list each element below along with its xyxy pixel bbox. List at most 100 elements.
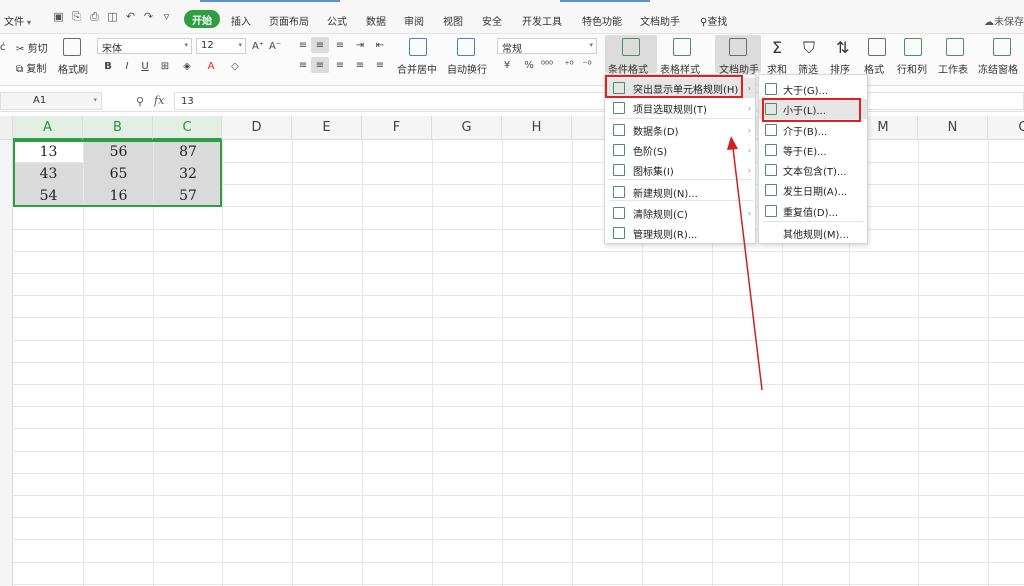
column-header[interactable]: C bbox=[153, 116, 222, 140]
tab-formulas[interactable]: 公式 bbox=[327, 13, 347, 28]
undo-icon[interactable]: ↶ bbox=[124, 10, 137, 23]
fx-icon[interactable]: fx bbox=[154, 94, 164, 107]
menu-item[interactable]: 图标集(I) › bbox=[605, 160, 755, 180]
save-icon[interactable]: ▣ bbox=[52, 10, 65, 23]
menu-item[interactable]: 数据条(D) › bbox=[605, 120, 755, 140]
justify-icon[interactable]: ≡ bbox=[353, 58, 367, 72]
redo-icon[interactable]: ↷ bbox=[142, 10, 155, 23]
file-menu[interactable]: 文件 ▾ bbox=[4, 13, 31, 28]
column-header[interactable]: D bbox=[222, 116, 292, 140]
align-left-icon[interactable]: ≡ bbox=[296, 58, 310, 72]
italic-button[interactable]: I bbox=[120, 59, 134, 73]
worksheet-button[interactable]: 工作表 bbox=[938, 61, 968, 76]
merge-center-button[interactable]: 合并居中 bbox=[397, 61, 437, 76]
menu-item[interactable]: 清除规则(C) › bbox=[605, 203, 755, 223]
font-color-icon[interactable]: A bbox=[204, 59, 218, 73]
tab-view[interactable]: 视图 bbox=[443, 13, 463, 28]
customize-icon[interactable]: ▿ bbox=[160, 10, 173, 23]
tab-data[interactable]: 数据 bbox=[366, 13, 386, 28]
row-col-button[interactable]: 行和列 bbox=[897, 61, 927, 76]
indent-icon[interactable]: ⇥ bbox=[353, 38, 367, 52]
thousands-icon[interactable]: ⁰⁰⁰ bbox=[540, 58, 554, 72]
menu-item[interactable]: 项目选取规则(T) › bbox=[605, 98, 755, 118]
tab-insert[interactable]: 插入 bbox=[231, 13, 251, 28]
submenu-item[interactable]: 等于(E)... bbox=[759, 140, 867, 160]
tab-start[interactable]: 开始 bbox=[184, 10, 220, 28]
menu-item[interactable]: 管理规则(R)... bbox=[605, 223, 755, 243]
tab-doc-assistant[interactable]: 文档助手 bbox=[640, 13, 680, 28]
align-middle-icon[interactable]: ≡ bbox=[313, 38, 327, 52]
tab-review[interactable]: 审阅 bbox=[404, 13, 424, 28]
cut-button[interactable]: ✂ 剪切 bbox=[16, 40, 48, 55]
chevron-right-icon: › bbox=[747, 208, 751, 218]
column-header[interactable]: H bbox=[502, 116, 572, 140]
menu-item[interactable]: 新建规则(N)... bbox=[605, 182, 755, 202]
format-painter-button[interactable]: 格式刷 bbox=[58, 61, 88, 76]
merge-center-icon bbox=[409, 38, 427, 56]
number-format-select[interactable]: 常规 ▾ bbox=[497, 38, 597, 55]
font-size-select[interactable]: 12 ▾ bbox=[196, 38, 246, 54]
zoom-icon[interactable]: ⚲ bbox=[136, 95, 144, 108]
chevron-down-icon: ▾ bbox=[589, 41, 593, 49]
rule-icon bbox=[765, 184, 777, 196]
underline-button[interactable]: U bbox=[138, 59, 152, 73]
row-gridline bbox=[13, 584, 1024, 585]
align-top-icon[interactable]: ≡ bbox=[296, 38, 310, 52]
increase-font-icon[interactable]: A⁺ bbox=[251, 39, 265, 53]
column-header[interactable]: E bbox=[292, 116, 362, 140]
rule-icon bbox=[613, 124, 625, 136]
tab-security[interactable]: 安全 bbox=[482, 13, 502, 28]
export-icon[interactable]: ⎘ bbox=[70, 10, 83, 23]
tab-page-layout[interactable]: 页面布局 bbox=[269, 13, 309, 28]
fill-color-icon[interactable]: ◈ bbox=[180, 59, 194, 73]
spreadsheet-grid[interactable]: ABCDEFGHMNO 13 56 87 43 65 32 54 16 57 bbox=[0, 116, 1024, 586]
column-header[interactable]: O bbox=[988, 116, 1024, 140]
align-right-icon[interactable]: ≡ bbox=[333, 58, 347, 72]
outdent-icon[interactable]: ⇤ bbox=[373, 38, 387, 52]
percent-icon[interactable]: % bbox=[522, 58, 536, 72]
select-all-corner[interactable] bbox=[0, 116, 13, 140]
align-center-icon[interactable]: ≡ bbox=[313, 58, 327, 72]
unsaved-status[interactable]: ☁未保存 bbox=[984, 13, 1024, 28]
submenu-item[interactable]: 大于(G)... bbox=[759, 79, 867, 99]
freeze-panes-button[interactable]: 冻结窗格 bbox=[978, 61, 1018, 76]
chevron-right-icon: › bbox=[747, 103, 751, 113]
submenu-item[interactable]: 重复值(D)... bbox=[759, 201, 867, 221]
increase-decimal-icon[interactable]: ⁺⁰ bbox=[562, 58, 576, 72]
row-gridline bbox=[13, 295, 1024, 296]
row-header-strip[interactable] bbox=[0, 140, 13, 586]
menu-item[interactable]: 色阶(S) › bbox=[605, 140, 755, 160]
print-icon[interactable]: ⎙ bbox=[88, 10, 101, 23]
tab-developer[interactable]: 开发工具 bbox=[522, 13, 562, 28]
freeze-panes-icon bbox=[993, 38, 1011, 56]
rule-icon bbox=[613, 144, 625, 156]
submenu-item[interactable]: 介于(B)... bbox=[759, 120, 867, 140]
font-name-select[interactable]: 宋体 ▾ bbox=[97, 38, 192, 55]
sum-icon: Σ bbox=[772, 38, 783, 57]
column-header[interactable]: B bbox=[83, 116, 153, 140]
column-header[interactable]: N bbox=[918, 116, 988, 140]
submenu-item[interactable]: 文本包含(T)... bbox=[759, 160, 867, 180]
name-box[interactable]: A1 ▾ bbox=[0, 92, 102, 110]
eraser-icon[interactable]: ◇ bbox=[228, 59, 242, 73]
align-bottom-icon[interactable]: ≡ bbox=[333, 38, 347, 52]
menu-item-label: 图标集(I) bbox=[633, 166, 674, 178]
column-header[interactable]: F bbox=[362, 116, 432, 140]
submenu-item[interactable]: 发生日期(A)... bbox=[759, 180, 867, 200]
wrap-text-button[interactable]: 自动换行 bbox=[447, 61, 487, 76]
decrease-font-icon[interactable]: A⁻ bbox=[268, 39, 282, 53]
tab-features[interactable]: 特色功能 bbox=[582, 13, 622, 28]
copy-button[interactable]: ⧉ 复制 bbox=[16, 60, 46, 75]
search-tab[interactable]: ⚲查找 bbox=[700, 13, 727, 28]
column-header[interactable]: A bbox=[13, 116, 83, 140]
currency-icon[interactable]: ¥ bbox=[500, 58, 514, 72]
submenu-item[interactable]: 其他规则(M)... bbox=[759, 223, 867, 243]
print-preview-icon[interactable]: ◫ bbox=[106, 10, 119, 23]
bold-button[interactable]: B bbox=[101, 59, 115, 73]
distribute-icon[interactable]: ≡ bbox=[373, 58, 387, 72]
decrease-decimal-icon[interactable]: ⁻⁰ bbox=[580, 58, 594, 72]
formula-input[interactable]: 13 bbox=[174, 92, 1024, 110]
column-header[interactable]: G bbox=[432, 116, 502, 140]
paste-edge[interactable]: ċ bbox=[0, 42, 6, 53]
border-icon[interactable]: ⊞ bbox=[158, 59, 172, 73]
